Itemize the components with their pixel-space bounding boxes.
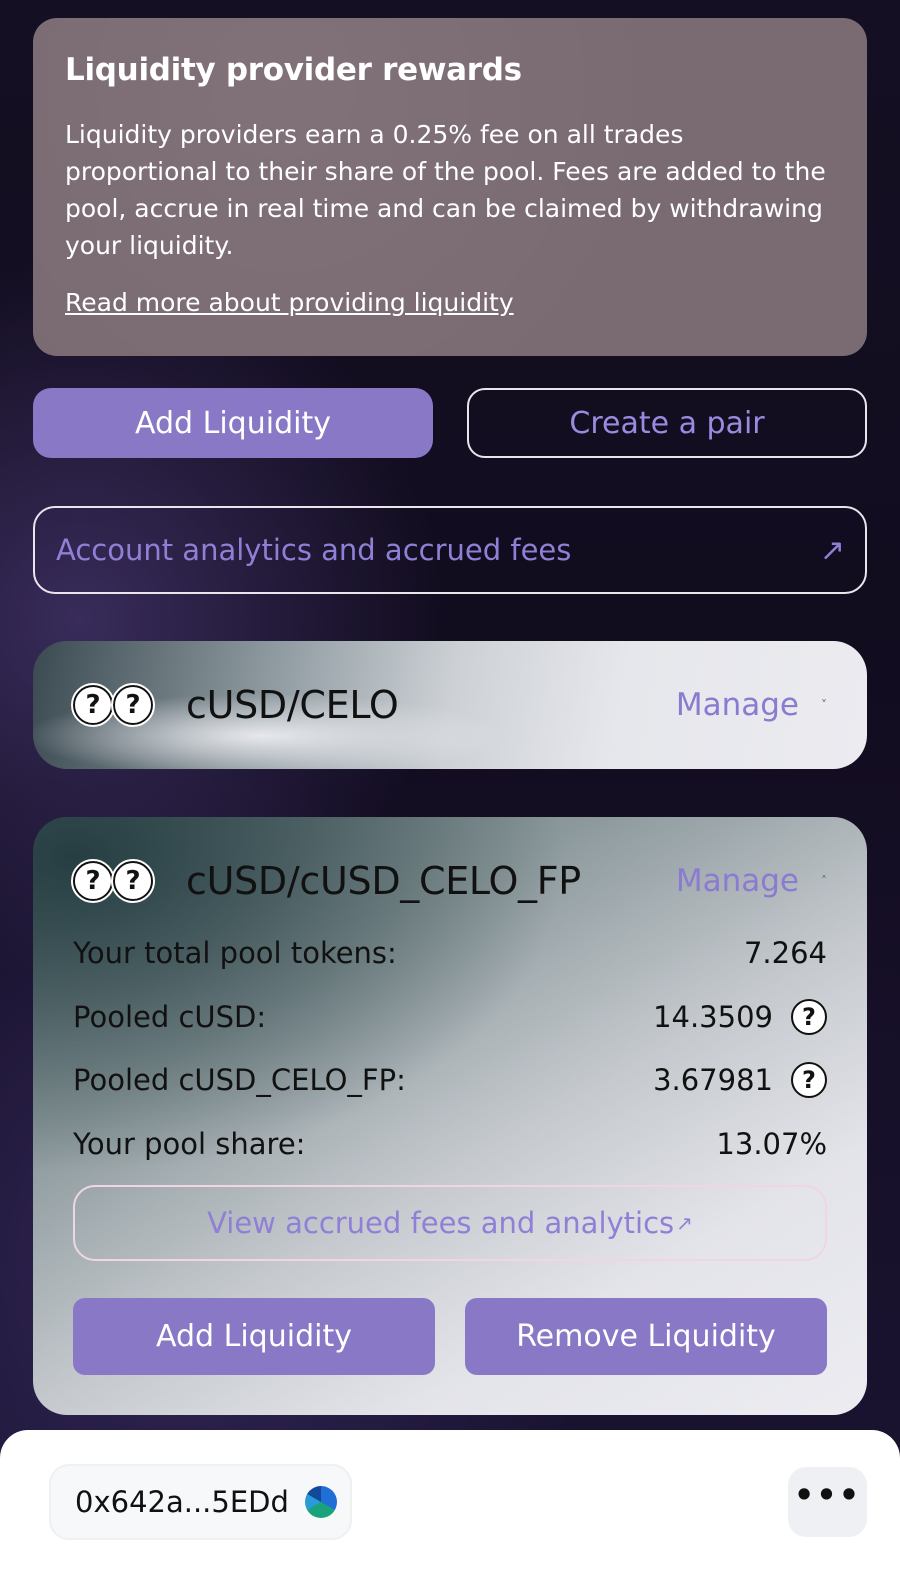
pool-share-value: 13.07% [716,1127,827,1161]
unknown-token-icon: ? [71,683,115,727]
view-accrued-fees-label: View accrued fees and analytics [207,1206,675,1240]
pooled-cusd-row: Pooled cUSD: 14.3509 ? [73,997,827,1037]
unknown-token-icon: ? [791,999,827,1035]
identicon-avatar [304,1486,337,1518]
pooled-cusd-celo-fp-value-group: 3.67981 ? [653,1062,827,1098]
pooled-cusd-value: 14.3509 [653,1000,773,1034]
unknown-token-icon: ? [111,683,155,727]
token-icons: ? ? [71,859,155,903]
account-address: 0x642a...5EDd [75,1485,289,1519]
read-more-link[interactable]: Read more about providing liquidity [65,288,514,317]
total-pool-tokens-value: 7.264 [743,936,827,970]
external-arrow-icon: ↗ [819,532,845,568]
chevron-down-icon: ˅ [821,698,827,712]
total-pool-tokens-row: Your total pool tokens: 7.264 [73,933,827,973]
account-analytics-link[interactable]: Account analytics and accrued fees ↗ [33,506,867,594]
rewards-title: Liquidity provider rewards [65,52,522,88]
pooled-cusd-value-group: 14.3509 ? [653,999,827,1035]
pooled-cusd-celo-fp-row: Pooled cUSD_CELO_FP: 3.67981 ? [73,1060,827,1100]
pooled-cusd-celo-fp-value: 3.67981 [653,1063,773,1097]
pooled-cusd-label: Pooled cUSD: [73,1000,267,1034]
account-button[interactable]: 0x642a...5EDd [49,1464,352,1540]
add-liquidity-button[interactable]: Add Liquidity [33,388,433,458]
pool-card-cusd-cusd-celo-fp: ? ? cUSD/cUSD_CELO_FP Manage ˄ Your tota… [33,817,867,1415]
external-arrow-icon: ↗ [676,1211,693,1235]
more-menu-button[interactable]: ••• [788,1467,867,1537]
pooled-cusd-celo-fp-label: Pooled cUSD_CELO_FP: [73,1063,406,1097]
unknown-token-icon: ? [71,859,115,903]
token-icons: ? ? [71,683,155,727]
pool-card-cusd-celo: ? ? cUSD/CELO Manage ˅ [33,641,867,769]
more-dots-icon: ••• [793,1476,862,1514]
rewards-card: Liquidity provider rewards Liquidity pro… [33,18,867,356]
pool-name: cUSD/cUSD_CELO_FP [186,859,581,903]
create-pair-button[interactable]: Create a pair [467,388,867,458]
unknown-token-icon: ? [791,1062,827,1098]
unknown-token-icon: ? [111,859,155,903]
total-pool-tokens-label: Your total pool tokens: [73,936,397,970]
rewards-description: Liquidity providers earn a 0.25% fee on … [65,120,826,260]
pool-share-row: Your pool share: 13.07% [73,1124,827,1164]
pool-share-label: Your pool share: [73,1127,306,1161]
pool-header: ? ? cUSD/CELO Manage ˅ [71,675,827,735]
view-accrued-fees-link[interactable]: View accrued fees and analytics ↗ [73,1185,827,1261]
manage-button[interactable]: Manage ˅ [676,687,827,723]
manage-label: Manage [675,687,799,723]
account-analytics-label: Account analytics and accrued fees [56,533,572,567]
manage-button[interactable]: Manage ˄ [676,863,827,899]
pool-name: cUSD/CELO [186,683,399,727]
chevron-up-icon: ˄ [821,874,827,888]
bottom-bar: 0x642a...5EDd ••• [0,1430,900,1572]
manage-label: Manage [675,863,799,899]
pool-add-liquidity-button[interactable]: Add Liquidity [73,1298,435,1375]
pool-header: ? ? cUSD/cUSD_CELO_FP Manage ˄ [71,851,827,911]
remove-liquidity-button[interactable]: Remove Liquidity [465,1298,827,1375]
